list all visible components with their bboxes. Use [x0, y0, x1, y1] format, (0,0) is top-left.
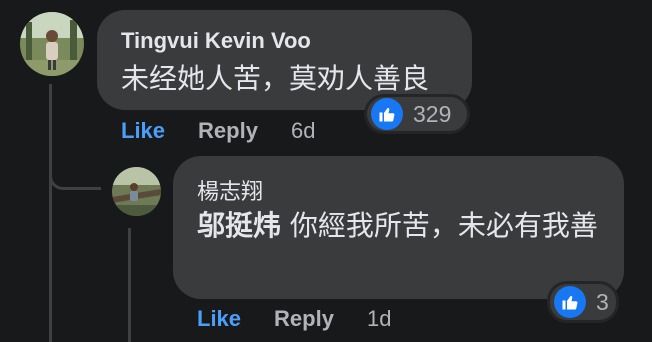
- reaction-count: 3: [596, 288, 609, 315]
- timestamp[interactable]: 1d: [367, 306, 391, 332]
- reply-button[interactable]: Reply: [198, 118, 258, 144]
- comment-actions: Like Reply 6d: [121, 118, 315, 144]
- reaction-count: 329: [413, 100, 452, 127]
- mention-tag[interactable]: 邬挺炜: [197, 209, 281, 242]
- reaction-summary[interactable]: 3: [547, 281, 619, 323]
- like-button[interactable]: Like: [121, 118, 165, 144]
- thread-line: [49, 84, 52, 342]
- comment-actions: Like Reply 1d: [197, 306, 391, 332]
- avatar[interactable]: [20, 12, 84, 76]
- comment-text: 未经她人苦，莫劝人善良: [121, 62, 430, 95]
- thumbs-up-icon: [554, 286, 586, 318]
- reaction-summary[interactable]: 329: [364, 94, 470, 134]
- like-button[interactable]: Like: [197, 306, 241, 332]
- thumbs-up-icon: [371, 98, 403, 130]
- thread-reply-connector: [49, 160, 101, 190]
- avatar[interactable]: [112, 167, 161, 216]
- comment-author[interactable]: 楊志翔: [197, 174, 263, 206]
- comment-thread: Tingvui Kevin Voo 未经她人苦，莫劝人善良 329 Like R…: [0, 0, 652, 342]
- comment-body: 你經我所苦，未必有我善: [281, 209, 598, 242]
- timestamp[interactable]: 6d: [291, 118, 315, 144]
- reply-bubble: 楊志翔 邬挺炜 你經我所苦，未必有我善: [173, 156, 624, 299]
- comment-text: 邬挺炜 你經我所苦，未必有我善: [197, 207, 607, 245]
- comment-author[interactable]: Tingvui Kevin Voo: [121, 28, 311, 54]
- reply-button[interactable]: Reply: [274, 306, 334, 332]
- reply-thread-line: [128, 228, 131, 342]
